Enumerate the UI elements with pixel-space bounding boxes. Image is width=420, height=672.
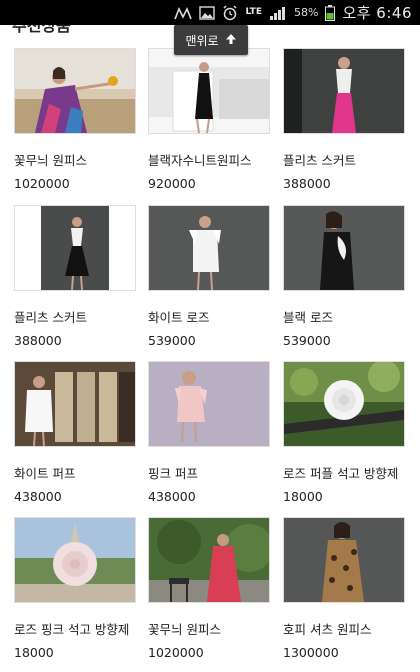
product-price: 1020000 — [14, 176, 70, 191]
product-name[interactable]: 화이트 퍼프 — [14, 463, 136, 482]
product-price: 388000 — [283, 176, 331, 191]
battery-icon — [325, 4, 336, 21]
product-price: 539000 — [148, 333, 196, 348]
product-image[interactable] — [148, 205, 270, 291]
product-image[interactable] — [14, 361, 136, 447]
product-card[interactable]: 블랙자수니트원피스 920000 — [148, 48, 270, 191]
product-card[interactable]: 플리츠 스커트 388000 — [283, 48, 405, 191]
product-name[interactable]: 블랙자수니트원피스 — [148, 150, 270, 169]
product-price: 438000 — [148, 489, 196, 504]
product-card[interactable]: 로즈 핑크 석고 방향제 18000 — [14, 517, 136, 660]
product-name[interactable]: 핑크 퍼프 — [148, 463, 270, 482]
product-card[interactable]: 호피 셔츠 원피스 1300000 — [283, 517, 405, 660]
product-name[interactable]: 화이트 로즈 — [148, 307, 270, 326]
alarm-icon — [222, 4, 238, 21]
product-card[interactable]: 플리츠 스커트 388000 — [14, 205, 136, 348]
product-image[interactable] — [283, 517, 405, 603]
product-name[interactable]: 플리츠 스커트 — [14, 307, 136, 326]
product-name[interactable]: 호피 셔츠 원피스 — [283, 619, 405, 638]
product-grid: 꽃무늬 원피스 1020000 블랙자수니트원피스 920000 플리츠 스커트… — [0, 0, 420, 672]
battery-percent: 58% — [293, 6, 319, 19]
signal-muted-icon — [174, 5, 193, 21]
scroll-to-top-button[interactable]: 맨위로 — [174, 25, 248, 55]
product-card[interactable]: 화이트 퍼프 438000 — [14, 361, 136, 504]
product-price: 18000 — [14, 645, 54, 660]
product-card[interactable]: 꽃무늬 원피스 1020000 — [148, 517, 270, 660]
signal-icon — [269, 5, 287, 21]
product-price: 18000 — [283, 489, 323, 504]
product-image[interactable] — [14, 48, 136, 134]
product-card[interactable]: 핑크 퍼프 438000 — [148, 361, 270, 504]
product-card[interactable]: 로즈 퍼플 석고 방향제 18000 — [283, 361, 405, 504]
product-image[interactable] — [148, 517, 270, 603]
product-name[interactable]: 로즈 핑크 석고 방향제 — [14, 619, 136, 638]
product-name[interactable]: 블랙 로즈 — [283, 307, 405, 326]
product-card[interactable]: 꽃무늬 원피스 1020000 — [14, 48, 136, 191]
product-price: 388000 — [14, 333, 62, 348]
product-name[interactable]: 플리츠 스커트 — [283, 150, 405, 169]
product-price: 1300000 — [283, 645, 339, 660]
product-card[interactable]: 블랙 로즈 539000 — [283, 205, 405, 348]
product-image[interactable] — [283, 361, 405, 447]
product-price: 1020000 — [148, 645, 204, 660]
product-image[interactable] — [283, 48, 405, 134]
product-price: 539000 — [283, 333, 331, 348]
product-image[interactable] — [148, 361, 270, 447]
lte-icon: LTE — [245, 7, 262, 17]
status-clock: 오후 6:46 — [342, 4, 412, 22]
product-image[interactable] — [283, 205, 405, 291]
product-card[interactable]: 화이트 로즈 539000 — [148, 205, 270, 348]
product-price: 920000 — [148, 176, 196, 191]
image-icon — [199, 5, 216, 21]
to-top-label: 맨위로 — [185, 33, 219, 48]
status-bar: LTE 58% 오후 6:46 — [0, 0, 420, 25]
product-image[interactable] — [148, 48, 270, 134]
product-image[interactable] — [14, 205, 136, 291]
product-name[interactable]: 꽃무늬 원피스 — [148, 619, 270, 638]
product-name[interactable]: 로즈 퍼플 석고 방향제 — [283, 463, 405, 482]
product-price: 438000 — [14, 489, 62, 504]
product-image[interactable] — [14, 517, 136, 603]
arrow-up-icon — [225, 33, 237, 48]
product-name[interactable]: 꽃무늬 원피스 — [14, 150, 136, 169]
